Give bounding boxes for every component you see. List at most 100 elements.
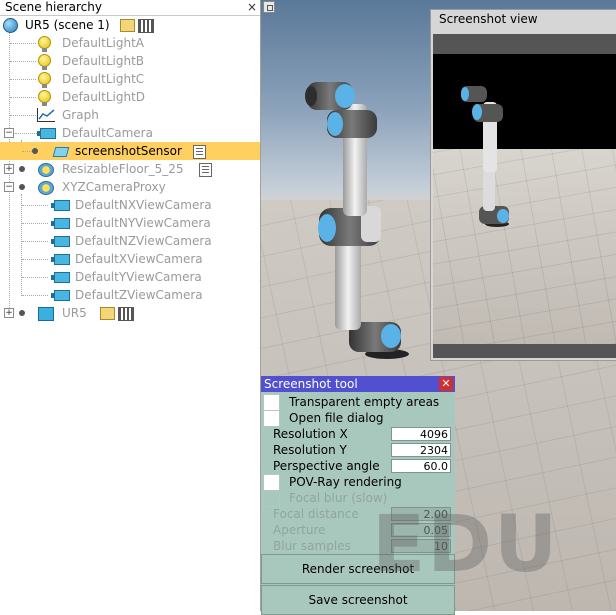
- tree-item-label: DefaultZViewCamera: [75, 288, 203, 302]
- floor-icon: [38, 181, 54, 195]
- vision-sensor-icon: [52, 147, 70, 157]
- tree-item-label: DefaultLightA: [62, 36, 145, 50]
- script-icon[interactable]: [100, 307, 115, 320]
- customization-script-icon[interactable]: [138, 19, 154, 33]
- tree-connector: [22, 241, 48, 242]
- focal-distance-label: Focal distance: [273, 507, 359, 521]
- resolution-x-field[interactable]: 4096: [391, 427, 451, 441]
- scene-hierarchy-header: Scene hierarchy ×: [0, 0, 260, 16]
- tree-item-defaultxviewcamera[interactable]: DefaultXViewCamera: [0, 250, 260, 268]
- collapse-icon[interactable]: −: [4, 128, 14, 138]
- tree-item-defaultlightc[interactable]: DefaultLightC: [0, 70, 260, 88]
- tree-connector: [22, 259, 48, 260]
- povray-row: POV-Ray rendering: [261, 474, 455, 491]
- blur-samples-row: Blur samples 10: [261, 538, 455, 554]
- screenshot-view-title: Screenshot view: [439, 12, 538, 26]
- tree-item-label: DefaultLightC: [62, 72, 145, 86]
- tree-item-resizablefloor[interactable]: + ResizableFloor_5_25: [0, 160, 260, 178]
- tree-connector: [22, 277, 48, 278]
- tree-dot: [19, 310, 25, 316]
- tree-connector: [22, 295, 48, 296]
- tree-item-label: Graph: [62, 108, 99, 122]
- tree-item-label: screenshotSensor: [75, 144, 182, 158]
- screenshot-tool-title: Screenshot tool: [264, 377, 358, 391]
- script-icon[interactable]: [193, 145, 206, 159]
- tree-item-defaultlightd[interactable]: DefaultLightD: [0, 88, 260, 106]
- perspective-angle-field[interactable]: 60.0: [391, 459, 451, 473]
- screenshot-preview-image: [433, 34, 616, 344]
- tree-item-label: DefaultXViewCamera: [75, 252, 203, 266]
- graph-icon: [37, 108, 55, 122]
- camera-icon: [37, 128, 56, 139]
- tree-item-label: ResizableFloor_5_25: [62, 162, 184, 176]
- tree-connector: [22, 205, 48, 206]
- close-icon[interactable]: ×: [246, 1, 258, 13]
- light-icon: [38, 90, 51, 106]
- screenshot-tool-titlebar[interactable]: Screenshot tool ✕: [261, 376, 455, 392]
- tree-connector: [10, 43, 36, 44]
- resolution-x-label: Resolution X: [273, 427, 348, 441]
- tree-item-ur5[interactable]: + UR5: [0, 304, 260, 322]
- tree-item-screenshotsensor[interactable]: screenshotSensor: [0, 142, 260, 160]
- open-file-dialog-row: Open file dialog: [261, 410, 455, 427]
- povray-label: POV-Ray rendering: [289, 475, 402, 489]
- tree-item-label: DefaultLightB: [62, 54, 145, 68]
- perspective-angle-label: Perspective angle: [273, 459, 380, 473]
- camera-icon: [51, 254, 70, 265]
- scene-hierarchy-title: Scene hierarchy: [5, 0, 102, 14]
- customization-script-icon[interactable]: [118, 307, 134, 321]
- render-screenshot-button[interactable]: Render screenshot: [261, 554, 455, 584]
- perspective-angle-row: Perspective angle 60.0: [261, 458, 455, 474]
- screenshot-view-window[interactable]: Screenshot view: [430, 9, 616, 361]
- collapse-icon[interactable]: −: [4, 182, 14, 192]
- blur-samples-field[interactable]: 10: [391, 539, 451, 553]
- globe-icon: [3, 18, 18, 33]
- camera-icon: [51, 236, 70, 247]
- tree-item-label: DefaultCamera: [62, 126, 153, 140]
- tree-item-defaultnyviewcamera[interactable]: DefaultNYViewCamera: [0, 214, 260, 232]
- open-file-dialog-checkbox[interactable]: [263, 410, 280, 427]
- focal-distance-field[interactable]: 2.00: [391, 507, 451, 521]
- tree-item-defaultnzviewcamera[interactable]: DefaultNZViewCamera: [0, 232, 260, 250]
- script-icon[interactable]: [120, 19, 135, 32]
- aperture-label: Aperture: [273, 523, 326, 537]
- tree-item-xyzcameraproxy[interactable]: − XYZCameraProxy: [0, 178, 260, 196]
- tree-item-defaultyviewcamera[interactable]: DefaultYViewCamera: [0, 268, 260, 286]
- aperture-field[interactable]: 0.05: [391, 523, 451, 537]
- tree-item-defaultnxviewcamera[interactable]: DefaultNXViewCamera: [0, 196, 260, 214]
- tree-connector: [15, 133, 37, 134]
- resolution-y-row: Resolution Y 2304: [261, 442, 455, 458]
- expand-icon[interactable]: +: [4, 164, 14, 174]
- light-icon: [38, 36, 51, 52]
- tree-item-graph[interactable]: Graph: [0, 106, 260, 124]
- transparent-areas-checkbox[interactable]: [263, 394, 280, 411]
- expand-icon[interactable]: +: [4, 308, 14, 318]
- screenshot-view-statusbar: [433, 344, 616, 358]
- resolution-y-label: Resolution Y: [273, 443, 347, 457]
- focal-blur-row: Focal blur (slow): [261, 490, 455, 507]
- camera-icon: [51, 200, 70, 211]
- tree-item-label: DefaultLightD: [62, 90, 146, 104]
- focal-blur-checkbox[interactable]: [263, 490, 280, 507]
- tree-connector: [10, 97, 36, 98]
- tree-item-label: UR5: [62, 306, 87, 320]
- camera-icon: [51, 218, 70, 229]
- tree-dot: [19, 166, 25, 172]
- transparent-areas-label: Transparent empty areas: [289, 395, 440, 409]
- screenshot-tool-dialog: Screenshot tool ✕ Transparent empty area…: [261, 376, 455, 615]
- tree-item-defaultcamera[interactable]: − DefaultCamera: [0, 124, 260, 142]
- tree-dot: [32, 148, 38, 154]
- robot-icon: [38, 307, 54, 321]
- resolution-x-row: Resolution X 4096: [261, 426, 455, 442]
- script-icon[interactable]: [199, 163, 212, 177]
- undock-icon[interactable]: [263, 1, 275, 13]
- tree-root-row[interactable]: UR5 (scene 1): [0, 16, 260, 34]
- povray-checkbox[interactable]: [263, 474, 280, 491]
- preview-robot: [461, 86, 509, 227]
- tree-item-defaultlighta[interactable]: DefaultLightA: [0, 34, 260, 52]
- tree-item-label: DefaultNXViewCamera: [75, 198, 212, 212]
- tree-item-defaultzviewcamera[interactable]: DefaultZViewCamera: [0, 286, 260, 304]
- close-icon[interactable]: ✕: [439, 377, 453, 391]
- tree-item-defaultlightb[interactable]: DefaultLightB: [0, 52, 260, 70]
- resolution-y-field[interactable]: 2304: [391, 443, 451, 457]
